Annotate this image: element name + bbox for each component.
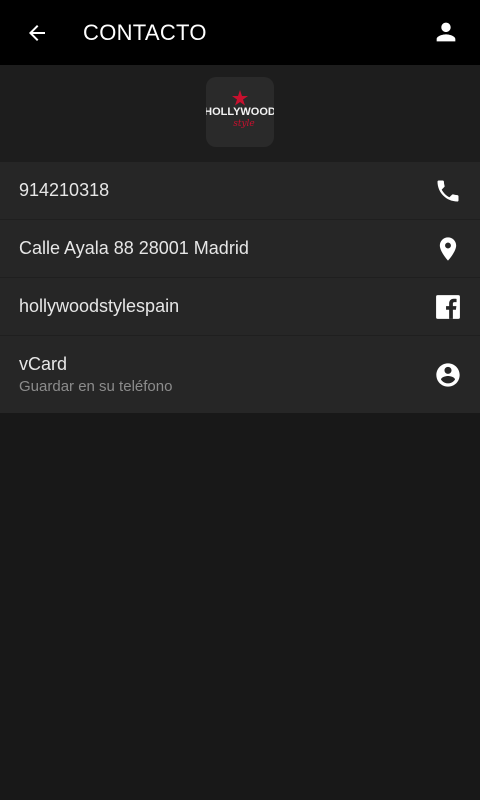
contact-row-phone[interactable]: 914210318 <box>0 162 480 220</box>
contact-row-address[interactable]: Calle Ayala 88 28001 Madrid <box>0 220 480 278</box>
row-text: vCard Guardar en su teléfono <box>19 354 172 395</box>
vcard-subtitle: Guardar en su teléfono <box>19 378 173 395</box>
vcard-title: vCard <box>19 354 68 374</box>
row-text: 914210318 <box>19 180 109 201</box>
arrow-left-icon <box>29 24 45 41</box>
phone-icon[interactable] <box>434 177 462 205</box>
header-band: HOLLYWOOD style <box>0 65 480 162</box>
back-button[interactable] <box>17 13 57 53</box>
row-text: Calle Ayala 88 28001 Madrid <box>19 238 249 259</box>
facebook-icon[interactable] <box>434 293 462 321</box>
svg-text:HOLLYWOOD: HOLLYWOOD <box>206 106 274 118</box>
contact-row-vcard[interactable]: vCard Guardar en su teléfono <box>0 336 480 413</box>
facebook-handle: hollywoodstylespain <box>19 296 180 316</box>
contact-list: 914210318 Calle Ayala 88 28001 Madrid ho… <box>0 162 480 413</box>
account-circle-icon[interactable] <box>434 361 462 389</box>
app-screen: CONTACTO HOLLYWOOD style 914210318 Calle… <box>0 0 480 800</box>
profile-button[interactable] <box>426 12 466 52</box>
row-text: hollywoodstylespain <box>19 296 179 317</box>
phone-number: 914210318 <box>19 180 110 200</box>
contact-row-facebook[interactable]: hollywoodstylespain <box>0 278 480 336</box>
svg-text:style: style <box>233 119 255 129</box>
brand-logo: HOLLYWOOD style <box>206 77 274 147</box>
location-pin-icon[interactable] <box>434 235 462 263</box>
person-icon <box>436 22 456 42</box>
address-text: Calle Ayala 88 28001 Madrid <box>19 238 249 258</box>
top-app-bar: CONTACTO <box>0 0 480 65</box>
page-title: CONTACTO <box>83 19 207 45</box>
